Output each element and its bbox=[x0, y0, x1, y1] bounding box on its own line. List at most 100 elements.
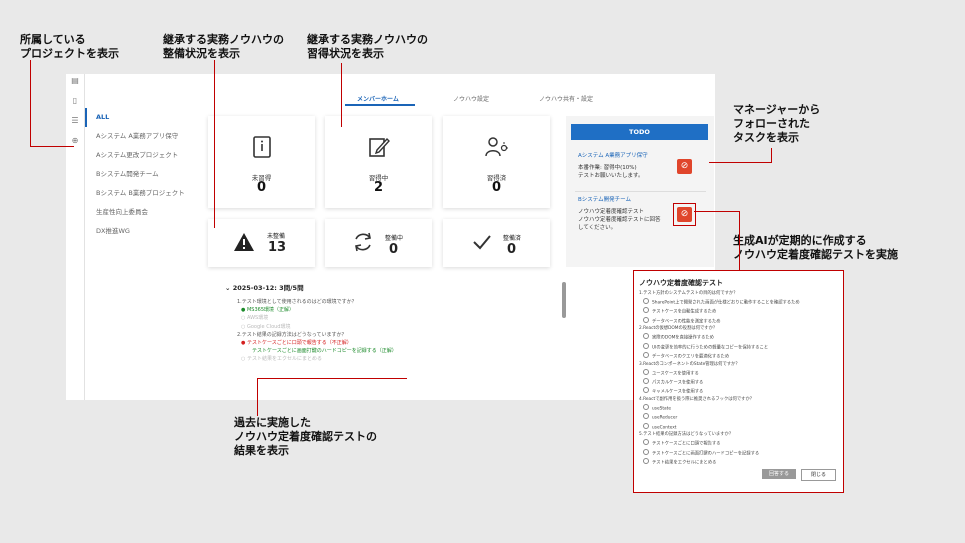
card-learned[interactable]: 習得済 0 bbox=[443, 116, 550, 208]
card-label: 整備中 bbox=[385, 235, 404, 242]
annotation-projects: 所属している プロジェクトを表示 bbox=[20, 33, 119, 60]
card-count: 0 bbox=[507, 242, 517, 257]
annotation-line bbox=[709, 162, 772, 163]
history-question: 2.テスト結果の記録方法はどうなっていますか？ bbox=[237, 331, 347, 338]
modal-option[interactable]: 実際のDOMを直接操作するため bbox=[639, 333, 800, 342]
check-icon bbox=[472, 233, 492, 255]
card-count: 0 bbox=[491, 180, 502, 195]
history-correct-answer: テストケースごとに画面打鍵のハードコピーを記録する（正解） bbox=[252, 348, 397, 355]
annotation-line bbox=[30, 60, 31, 146]
icon-rail: ▤ ▯ ☰ ⊕ bbox=[66, 74, 85, 400]
todo-item[interactable]: Aシステム A業務アプリ保守 本番作業: 習得中(10%) テストお願いいたしま… bbox=[578, 152, 648, 180]
annotation-past-tests: 過去に実施した ノウハウ定着度確認テストの 結果を表示 bbox=[234, 416, 377, 457]
project-item[interactable]: Bシステム B業務プロジェクト bbox=[85, 184, 203, 203]
history-scrollbar[interactable] bbox=[562, 282, 566, 318]
project-item-all[interactable]: ALL bbox=[85, 108, 203, 127]
card-maintained[interactable]: 整備済 0 bbox=[443, 219, 550, 267]
annotation-line bbox=[257, 378, 258, 416]
card-count: 0 bbox=[389, 242, 399, 257]
card-count: 0 bbox=[256, 180, 267, 195]
person-idea-icon bbox=[443, 136, 550, 162]
database-icon[interactable]: ▤ bbox=[70, 76, 80, 86]
modal-question: 5.テスト結果の記録方法はどうなっていますか？ bbox=[639, 432, 734, 438]
card-count: 2 bbox=[373, 180, 384, 195]
card-not-learned[interactable]: 未習得 0 bbox=[208, 116, 315, 208]
todo-text: ノウハウ定着度確認テストに回答 bbox=[578, 217, 661, 223]
todo-text: してください。 bbox=[578, 225, 617, 231]
project-list: ALL Aシステム A業務アプリ保守 Aシステム更改プロジェクト Bシステム開発… bbox=[85, 108, 203, 241]
project-item[interactable]: Bシステム開発チーム bbox=[85, 165, 203, 184]
modal-question: 1.テスト方針のシステムテストの目的は何ですか？ bbox=[639, 291, 738, 296]
modal-option[interactable]: データベースの性能を測定するため bbox=[639, 316, 800, 326]
modal-option[interactable]: テストケースごとに口頭で報告する bbox=[639, 439, 800, 448]
todo-project: Aシステム A業務アプリ保守 bbox=[578, 153, 648, 159]
project-item[interactable]: Aシステム更改プロジェクト bbox=[85, 146, 203, 165]
divider bbox=[575, 191, 706, 192]
annotation-line bbox=[739, 211, 740, 271]
card-label: 未整備 bbox=[267, 233, 286, 240]
modal-questions: 1.テスト方針のシステムテストの目的は何ですか？ SharePoint上で開発さ… bbox=[639, 291, 800, 468]
refresh-icon bbox=[352, 231, 374, 257]
modal-option[interactable]: SharePoint上で開発された画面が仕様どおりに動作することを確認するため bbox=[639, 297, 800, 307]
close-button[interactable]: 閉じる bbox=[801, 469, 836, 481]
modal-option[interactable]: テスト結果をエクセルにまとめる bbox=[639, 458, 800, 467]
todo-action-icon[interactable]: ⊘ bbox=[677, 159, 692, 174]
book-icon bbox=[208, 136, 315, 162]
todo-text: 本番作業: 習得中(10%) bbox=[578, 165, 637, 171]
modal-question: 3.ReactのコンポーネントのState管理は何ですか？ bbox=[639, 361, 740, 367]
history-question: 1.テスト環境として使用されるのはどの環境ですか？ bbox=[237, 299, 357, 305]
annotation-ai-test: 生成AIが定期的に作成する ノウハウ定着度確認テストを実施 bbox=[733, 234, 898, 261]
submit-button[interactable]: 回答する bbox=[762, 469, 796, 479]
project-item[interactable]: 生産性向上委員会 bbox=[85, 203, 203, 222]
history-answer-incorrect: ● テストケースごとに口頭で報告する（不正解） bbox=[241, 340, 352, 347]
card-learning[interactable]: 習得中 2 bbox=[325, 116, 432, 208]
edit-icon bbox=[325, 136, 432, 162]
project-item[interactable]: DX推進WG bbox=[85, 222, 203, 241]
todo-test-icon[interactable]: ⊘ bbox=[677, 207, 692, 222]
modal-option[interactable]: テストケースごとに画面打鍵のハードコピーを記録する bbox=[639, 448, 800, 458]
tab-knowhow-settings[interactable]: ノウハウ設定 bbox=[453, 94, 489, 103]
history-answer: ○ AWS環境 bbox=[241, 315, 269, 322]
history-answer: ○ テスト結果をエクセルにまとめる bbox=[241, 356, 322, 363]
modal-option[interactable]: useContext bbox=[639, 422, 800, 432]
modal-option[interactable]: UIの変更を効率的に行うための軽量なコピーを保持すること bbox=[639, 342, 800, 352]
modal-option[interactable]: useReducer bbox=[639, 413, 800, 422]
modal-option[interactable]: テストケースを自動生成するため bbox=[639, 307, 800, 316]
storage-icon[interactable]: ☰ bbox=[70, 116, 80, 126]
annotation-manager: マネージャーから フォローされた タスクを表示 bbox=[733, 103, 821, 144]
card-not-maintained[interactable]: 未整備 13 bbox=[208, 219, 315, 267]
history-title[interactable]: ⌄ 2025-03-12: 3問/5問 bbox=[225, 282, 545, 292]
add-icon[interactable]: ⊕ bbox=[70, 136, 80, 146]
card-maintaining[interactable]: 整備中 0 bbox=[325, 219, 432, 267]
warning-icon bbox=[233, 232, 255, 256]
todo-item[interactable]: Bシステム開発チーム ノウハウ定着度確認テスト ノウハウ定着度確認テストに回答 … bbox=[578, 196, 661, 232]
todo-text: テストお願いいたします。 bbox=[578, 173, 644, 179]
history-answer: ○ Google Cloud環境 bbox=[241, 323, 291, 330]
test-history: ⌄ 2025-03-12: 3問/5問 1.テスト環境として使用されるのはどの環… bbox=[225, 282, 545, 364]
modal-option[interactable]: データベースのクエリを最適化するため bbox=[639, 352, 800, 361]
tab-member-home[interactable]: メンバーホーム bbox=[357, 94, 399, 103]
card-count: 13 bbox=[268, 240, 287, 255]
modal-option[interactable]: useState bbox=[639, 403, 800, 413]
project-item[interactable]: Aシステム A業務アプリ保守 bbox=[85, 127, 203, 146]
annotation-line bbox=[694, 211, 740, 212]
annotation-line bbox=[30, 146, 74, 147]
tab-knowhow-share[interactable]: ノウハウ共有・設定 bbox=[539, 94, 593, 103]
annotation-line bbox=[214, 60, 215, 228]
modal-question: 2.Reactの仮想DOMの役割は何ですか？ bbox=[639, 326, 718, 332]
modal-option[interactable]: ユースケースを使用する bbox=[639, 368, 800, 378]
active-tab-indicator bbox=[345, 104, 415, 106]
modal-option[interactable]: パスカルケースを使用する bbox=[639, 378, 800, 387]
annotation-learning: 継承する実務ノウハウの 習得状況を表示 bbox=[307, 33, 428, 60]
modal-question: 4.Reactで副作用を扱う際に推奨されるフックは何ですか？ bbox=[639, 396, 755, 402]
document-icon[interactable]: ▯ bbox=[70, 96, 80, 106]
modal-title: ノウハウ定着度確認テスト bbox=[639, 279, 723, 287]
card-label: 整備済 bbox=[503, 235, 522, 242]
chevron-down-icon: ⌄ bbox=[225, 284, 233, 292]
history-answer-correct: ● MS365環境（正解） bbox=[241, 307, 295, 314]
test-modal: ノウハウ定着度確認テスト 1.テスト方針のシステムテストの目的は何ですか？ Sh… bbox=[633, 270, 844, 493]
todo-header: TODO bbox=[571, 124, 708, 140]
annotation-line bbox=[341, 63, 342, 127]
annotation-maintenance: 継承する実務ノウハウの 整備状況を表示 bbox=[163, 33, 284, 60]
modal-option[interactable]: キャメルケースを使用する bbox=[639, 387, 800, 396]
